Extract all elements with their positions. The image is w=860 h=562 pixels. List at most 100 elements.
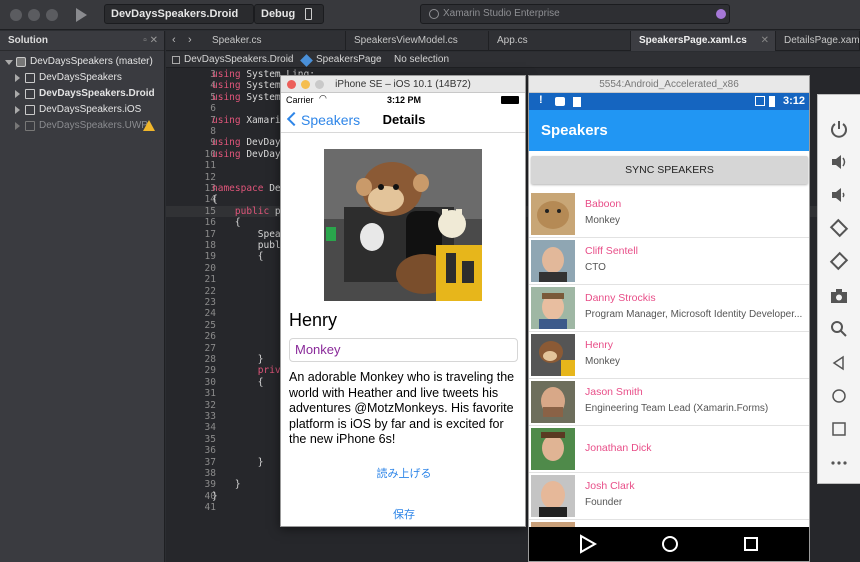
breadcrumb-member[interactable]: No selection	[394, 52, 449, 68]
code-keyword: using	[212, 148, 241, 160]
expand-arrow-icon[interactable]	[15, 122, 20, 130]
code-text: DevDay	[240, 137, 281, 149]
rotate-right-icon[interactable]	[829, 251, 849, 271]
code-line: public pa	[212, 206, 287, 217]
android-emulator-window: 5554:Android_Accelerated_x86 ! 3:12 Spea…	[528, 75, 810, 562]
window-close-button[interactable]	[287, 80, 296, 89]
config-project-select[interactable]: DevDaysSpeakers.Droid	[104, 4, 254, 24]
window-minimize-button[interactable]	[301, 80, 310, 89]
speaker-title-field[interactable]: Monkey	[289, 338, 518, 362]
home-icon[interactable]	[829, 386, 849, 406]
list-item[interactable]: Henry Monkey	[529, 332, 809, 379]
breadcrumb-project[interactable]: DevDaysSpeakers.Droid	[184, 52, 294, 68]
expand-arrow-icon[interactable]	[15, 106, 20, 114]
run-icon[interactable]	[76, 8, 87, 22]
solution-root[interactable]: DevDaysSpeakers (master)	[0, 54, 164, 70]
list-item[interactable]: Jason Smith Engineering Team Lead (Xamar…	[529, 379, 809, 426]
project-item-ios[interactable]: DevDaysSpeakers.iOS	[0, 102, 164, 118]
ide-toolbar: DevDaysSpeakers.Droid Debug Xamarin Stud…	[0, 0, 860, 30]
list-item[interactable]: Cliff Sentell CTO	[529, 238, 809, 285]
nav-forward-icon[interactable]: ›	[188, 34, 192, 46]
battery-icon	[769, 96, 775, 107]
back-icon[interactable]	[829, 353, 849, 373]
nav-back-icon[interactable]: ‹	[172, 34, 176, 46]
code-line: publ	[212, 240, 281, 251]
tab-app-cs[interactable]: App.cs	[489, 31, 631, 51]
window-minimize-button[interactable]	[28, 9, 40, 21]
line-number: 17	[204, 228, 216, 240]
line-number: 14	[204, 194, 216, 206]
pane-close-icon[interactable]: ▫ ✕	[143, 31, 158, 51]
solution-pane-header: Solution ▫ ✕	[0, 31, 164, 51]
code-line: }	[212, 354, 264, 365]
project-item-uwp[interactable]: DevDaysSpeakers.UWP	[0, 118, 164, 134]
window-zoom-button[interactable]	[315, 80, 324, 89]
config-project-label: DevDaysSpeakers.Droid	[111, 8, 239, 20]
ios-navigation-bar: Speakers Details	[281, 107, 525, 133]
window-zoom-button[interactable]	[46, 9, 58, 21]
speaker-avatar	[531, 240, 575, 282]
tab-speakersviewmodel-cs[interactable]: SpeakersViewModel.cs	[346, 31, 489, 51]
speaker-name: Cliff Sentell	[585, 245, 638, 257]
tab-label: DetailsPage.xaml.	[784, 35, 860, 46]
list-item[interactable]: Danny Strockis Program Manager, Microsof…	[529, 285, 809, 332]
power-icon[interactable]	[829, 119, 849, 139]
speak-button[interactable]: 読み上げる	[281, 465, 527, 481]
project-label: DevDaysSpeakers	[39, 72, 122, 83]
speaker-title: Monkey	[585, 356, 621, 367]
editor-tabs: ‹ › Speaker.cs SpeakersViewModel.cs App.…	[166, 31, 860, 51]
home-icon[interactable]	[662, 536, 678, 552]
rotate-left-icon[interactable]	[829, 218, 849, 238]
code-text: Spea	[212, 228, 281, 240]
volume-down-icon[interactable]	[829, 185, 849, 205]
line-number: 25	[204, 319, 216, 331]
window-close-button[interactable]	[10, 9, 22, 21]
overview-icon[interactable]	[829, 419, 849, 439]
expand-arrow-icon[interactable]	[15, 74, 20, 82]
breadcrumb: DevDaysSpeakers.Droid › SpeakersPage › N…	[166, 52, 860, 68]
tab-label: SpeakersViewModel.cs	[354, 35, 458, 46]
recents-icon[interactable]	[744, 537, 758, 551]
project-item-droid[interactable]: DevDaysSpeakers.Droid	[0, 86, 164, 102]
notification-icon[interactable]	[716, 9, 726, 19]
list-item[interactable]: Baboon Monkey	[529, 191, 809, 238]
code-text: {	[212, 376, 264, 388]
close-icon[interactable]: ✕	[761, 31, 769, 51]
project-item-core[interactable]: DevDaysSpeakers	[0, 70, 164, 86]
line-number: 11	[204, 160, 216, 172]
expand-arrow-icon[interactable]	[5, 60, 13, 65]
sync-speakers-button[interactable]: SYNC SPEAKERS	[531, 156, 808, 184]
code-keyword: using	[212, 80, 241, 92]
code-line: using System.	[212, 80, 286, 91]
code-line: B	[212, 308, 287, 320]
line-number: 24	[204, 308, 216, 320]
code-text: B	[212, 308, 287, 320]
code-line: {	[212, 194, 218, 205]
more-icon[interactable]	[829, 453, 849, 473]
list-item[interactable]: Jonathan Dick	[529, 426, 809, 473]
breadcrumb-type[interactable]: SpeakersPage	[316, 52, 382, 68]
expand-arrow-icon[interactable]	[15, 90, 20, 98]
volume-up-icon[interactable]	[829, 152, 849, 172]
camera-icon[interactable]	[829, 286, 849, 306]
save-button[interactable]: 保存	[281, 506, 527, 522]
list-item[interactable]: Josh Clark Founder	[529, 473, 809, 520]
android-status-bar: ! 3:12	[529, 93, 809, 110]
back-icon[interactable]	[580, 534, 598, 554]
code-line: using DevDay	[212, 137, 281, 148]
code-line: }	[212, 457, 264, 468]
tab-speaker-cs[interactable]: Speaker.cs	[204, 31, 346, 51]
speaker-avatar	[531, 428, 575, 470]
speaker-avatar	[531, 381, 575, 423]
tab-speakerspage-xaml-cs[interactable]: SpeakersPage.xaml.cs ✕	[631, 31, 776, 51]
config-mode-select[interactable]: Debug	[254, 4, 324, 24]
signal-off-icon	[755, 96, 765, 106]
line-number: 23	[204, 297, 216, 308]
speaker-name: Josh Clark	[585, 480, 635, 492]
zoom-icon[interactable]	[829, 319, 849, 339]
tab-detailspage-xaml[interactable]: DetailsPage.xaml.	[776, 31, 860, 51]
ios-status-bar: Carrier ◠ 3:12 PM	[281, 93, 525, 107]
line-number: 35	[204, 433, 216, 445]
line-number: 41	[204, 502, 216, 514]
line-number: 28	[204, 354, 216, 365]
